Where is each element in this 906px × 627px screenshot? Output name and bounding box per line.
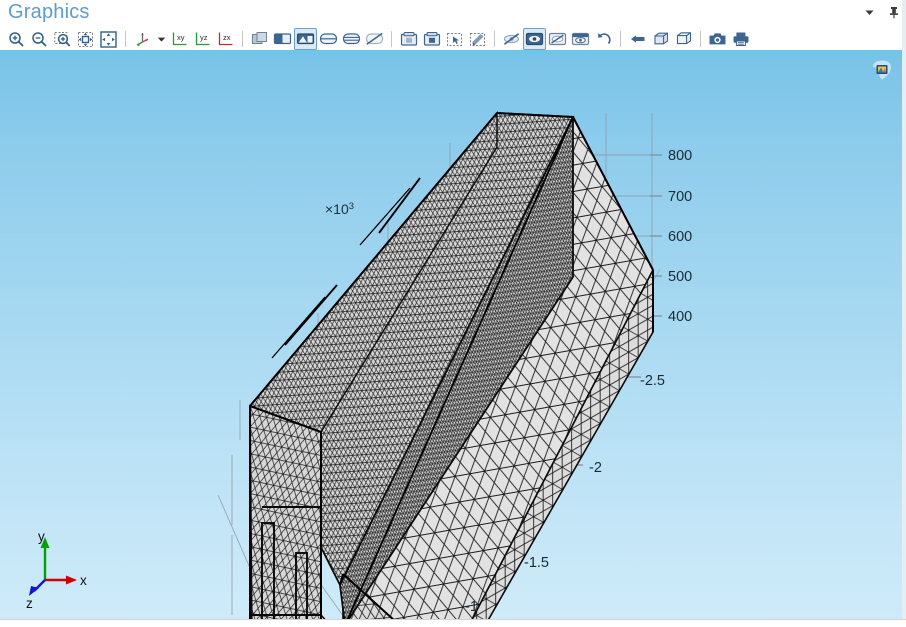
vaxis-tick-1: 700 [668,189,692,205]
wireframe-rendering-button[interactable] [271,28,294,50]
toolbar-separator [125,31,126,47]
zoom-out-button[interactable] [28,28,51,50]
window-controls [861,4,902,20]
triad-y-label: y [38,529,45,544]
select-box-button[interactable] [397,28,420,50]
pin-button[interactable] [886,4,902,20]
daxis-tick-2: -1.5 [524,555,549,571]
toolbar-separator [620,31,621,47]
frame-cube-button[interactable] [672,28,695,50]
undo-button[interactable] [592,28,615,50]
deselect-box-button[interactable] [420,28,443,50]
triad-x-label: x [80,573,87,588]
triad-x-arrowhead [66,575,77,585]
view-hidden-button[interactable] [523,28,546,50]
hide-unselected-button[interactable] [546,28,569,50]
zoom-to-selection-button[interactable] [97,28,120,50]
hide-selected-button[interactable] [500,28,523,50]
daxis-tick-0: -2.5 [640,373,665,389]
vaxis-tick-4: 400 [668,309,692,325]
copy-view-button[interactable] [649,28,672,50]
comsol-logo-icon[interactable] [869,58,895,84]
vertical-axis-labels: 800 700 600 500 400 [668,148,692,325]
print-button[interactable] [729,28,752,50]
triad-z-label: z [26,596,33,611]
view-dropdown-button[interactable] [154,28,168,50]
zoom-in-button[interactable] [5,28,28,50]
daxis-tick-3: -1 [465,599,478,615]
graphics-window: Graphics xy yz zx ×103 800 700 600 500 4… [0,0,906,627]
zoom-box-button[interactable] [51,28,74,50]
view-yz-button[interactable]: yz [191,28,214,50]
vaxis-tick-2: 600 [668,229,692,245]
scene-light-button[interactable] [294,28,317,50]
view-zx-button[interactable]: zx [214,28,237,50]
dropdown-menu-button[interactable] [861,4,877,20]
show-material-button[interactable] [340,28,363,50]
window-title-bar: Graphics [0,0,906,27]
svg-text:yz: yz [200,33,208,42]
view-xy-button[interactable]: xy [168,28,191,50]
vaxis-tick-3: 500 [668,269,692,285]
clip-plane-button[interactable] [626,28,649,50]
svg-text:xy: xy [177,33,185,42]
page-title: Graphics [8,1,90,23]
window-bottom-border [0,619,906,627]
graphics-toolbar: xy yz zx [0,27,906,51]
window-right-border [902,0,906,627]
show-grid-button[interactable] [317,28,340,50]
transparency-button[interactable] [248,28,271,50]
scale-annotation: ×103 [325,201,354,217]
rotate-view-button[interactable] [131,28,154,50]
daxis-tick-1: -2 [589,460,602,476]
select-all-button[interactable] [443,28,466,50]
svg-text:zx: zx [223,33,231,42]
toolbar-separator [242,31,243,47]
orientation-axis-triad: y x z [26,529,87,611]
toolbar-separator [494,31,495,47]
toolbar-separator [391,31,392,47]
zoom-extents-button[interactable] [74,28,97,50]
snapshot-button[interactable] [706,28,729,50]
reset-hiding-button[interactable] [569,28,592,50]
vaxis-tick-0: 800 [668,148,692,164]
toolbar-separator [700,31,701,47]
hide-geometry-button[interactable] [363,28,386,50]
mesh-render-svg: ×103 800 700 600 500 400 -2.5 -2 -1.5 -1 [26,110,692,620]
scale-annotation-base: ×10 [325,201,349,217]
clear-selection-button[interactable] [466,28,489,50]
scale-annotation-exponent: 3 [349,201,354,212]
wall-end-face [249,404,322,620]
3d-graphics-canvas[interactable]: ×103 800 700 600 500 400 -2.5 -2 -1.5 -1 [0,55,906,620]
